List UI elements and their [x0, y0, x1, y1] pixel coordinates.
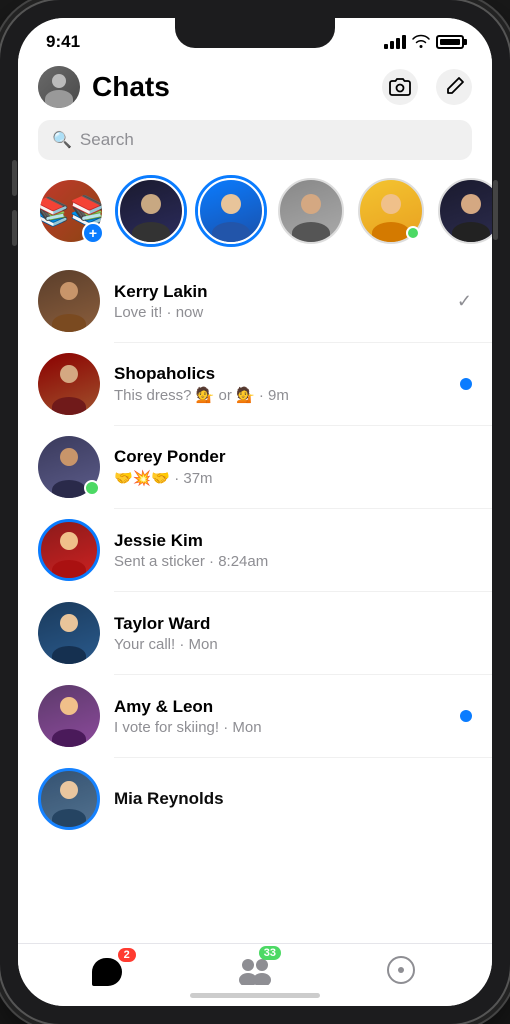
story-avatar-3 — [198, 178, 264, 244]
stories-row: 📚 + — [18, 172, 492, 260]
chat-avatar-shopaholics — [38, 353, 100, 415]
chat-name-kerry-lakin: Kerry Lakin — [114, 282, 457, 302]
chat-info-shopaholics: Shopaholics This dress? 💁 or 💁 · 9m — [114, 364, 460, 404]
add-story-button[interactable]: + — [82, 222, 104, 244]
wifi-icon — [412, 34, 430, 51]
power-button — [493, 180, 498, 240]
header: Chats — [18, 58, 492, 120]
chat-preview-amy-leon: I vote for skiing! · Mon — [114, 719, 354, 736]
story-online-dot-5 — [406, 226, 420, 240]
chat-info-jessie-kim: Jessie Kim Sent a sticker · 8:24am — [114, 531, 472, 570]
chat-list: Kerry Lakin Love it! · now ✓ — [18, 260, 492, 943]
story-item-6[interactable] — [438, 178, 492, 244]
chat-name-corey-ponder: Corey Ponder — [114, 447, 472, 467]
chat-preview-taylor-ward: Your call! · Mon — [114, 636, 354, 653]
chat-avatar-amy-leon — [38, 685, 100, 747]
unread-indicator-shopaholics — [460, 378, 472, 390]
online-dot-corey-ponder — [84, 480, 100, 496]
battery-icon — [436, 35, 464, 49]
search-bar[interactable]: 🔍 Search — [38, 120, 472, 160]
story-avatar-6 — [438, 178, 492, 244]
chat-name-shopaholics: Shopaholics — [114, 364, 460, 384]
chat-item-mia-reynolds[interactable]: Mia Reynolds — [18, 758, 492, 840]
chat-name-taylor-ward: Taylor Ward — [114, 614, 472, 634]
chat-info-kerry-lakin: Kerry Lakin Love it! · now — [114, 282, 457, 321]
chat-item-corey-ponder[interactable]: Corey Ponder 🤝💥🤝 · 37m — [18, 426, 492, 508]
chat-info-corey-ponder: Corey Ponder 🤝💥🤝 · 37m — [114, 447, 472, 487]
chat-right-amy-leon — [460, 710, 472, 722]
search-icon: 🔍 — [52, 130, 72, 150]
story-item-4[interactable] — [278, 178, 344, 244]
phone-frame: 9:41 — [0, 0, 510, 1024]
chat-name-jessie-kim: Jessie Kim — [114, 531, 472, 551]
home-indicator — [190, 993, 320, 998]
compose-button[interactable] — [436, 69, 472, 105]
chat-item-taylor-ward[interactable]: Taylor Ward Your call! · Mon — [18, 592, 492, 674]
story-item-my-story[interactable]: 📚 + — [38, 178, 104, 244]
chat-preview-jessie-kim: Sent a sticker · 8:24am — [114, 553, 354, 570]
chat-preview-kerry-lakin: Love it! · now — [114, 304, 354, 321]
header-actions — [382, 69, 472, 105]
read-receipt-kerry-lakin: ✓ — [457, 291, 472, 312]
tab-discover[interactable] — [384, 954, 418, 986]
story-avatar-4 — [278, 178, 344, 244]
tab-people[interactable]: 33 — [233, 954, 277, 986]
story-item-3[interactable] — [198, 178, 264, 244]
story-avatar-2 — [118, 178, 184, 244]
tab-chats[interactable]: 2 — [92, 954, 126, 986]
chat-preview-corey-ponder: 🤝💥🤝 · 37m — [114, 469, 354, 487]
chat-name-mia-reynolds: Mia Reynolds — [114, 789, 472, 809]
chat-info-mia-reynolds: Mia Reynolds — [114, 789, 472, 809]
chat-info-taylor-ward: Taylor Ward Your call! · Mon — [114, 614, 472, 653]
status-icons — [384, 34, 464, 51]
chat-name-amy-leon: Amy & Leon — [114, 697, 460, 717]
chat-preview-shopaholics: This dress? 💁 or 💁 · 9m — [114, 386, 354, 404]
chat-item-kerry-lakin[interactable]: Kerry Lakin Love it! · now ✓ — [18, 260, 492, 342]
chat-item-jessie-kim[interactable]: Jessie Kim Sent a sticker · 8:24am — [18, 509, 492, 591]
camera-button[interactable] — [382, 69, 418, 105]
volume-down-button — [12, 210, 17, 246]
chat-item-amy-leon[interactable]: Amy & Leon I vote for skiing! · Mon — [18, 675, 492, 757]
signal-bars-icon — [384, 35, 406, 49]
chats-badge: 2 — [118, 948, 136, 962]
phone-screen: 9:41 — [18, 18, 492, 1006]
volume-up-button — [12, 160, 17, 196]
user-avatar[interactable] — [38, 66, 80, 108]
notch — [175, 18, 335, 48]
chat-item-shopaholics[interactable]: Shopaholics This dress? 💁 or 💁 · 9m — [18, 343, 492, 425]
chat-avatar-mia-reynolds — [38, 768, 100, 830]
unread-indicator-amy-leon — [460, 710, 472, 722]
story-item-5[interactable] — [358, 178, 424, 244]
chat-avatar-jessie-kim — [38, 519, 100, 581]
chat-right-kerry-lakin: ✓ — [457, 291, 472, 312]
page-title: Chats — [92, 71, 382, 103]
chat-avatar-taylor-ward — [38, 602, 100, 664]
chat-avatar-kerry-lakin — [38, 270, 100, 332]
chat-info-amy-leon: Amy & Leon I vote for skiing! · Mon — [114, 697, 460, 736]
search-input[interactable]: Search — [80, 130, 134, 150]
people-badge: 33 — [259, 946, 281, 960]
discover-tab-icon — [386, 955, 416, 985]
status-time: 9:41 — [46, 32, 80, 52]
chat-right-shopaholics — [460, 378, 472, 390]
story-item-2[interactable] — [118, 178, 184, 244]
